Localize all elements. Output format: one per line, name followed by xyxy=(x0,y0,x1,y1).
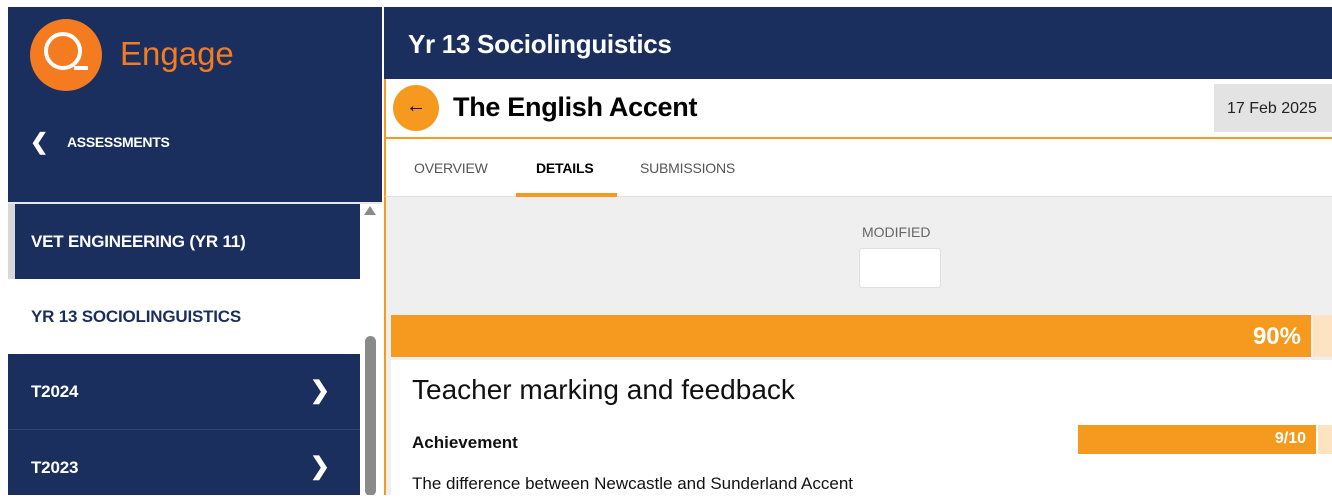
tab-overview[interactable]: OVERVIEW xyxy=(414,160,488,176)
section-title: Teacher marking and feedback xyxy=(412,374,795,405)
back-label: ASSESSMENTS xyxy=(67,134,170,150)
chevron-right-icon: ❯ xyxy=(309,453,330,480)
details-panel: MODIFIED 90% Teacher marking and feedbac… xyxy=(384,197,1332,500)
assessment-header: ← The English Accent 17 Feb 2025 xyxy=(384,79,1332,139)
sidebar-item-label: T2024 xyxy=(31,382,79,401)
brand[interactable]: Engage xyxy=(8,7,382,97)
sidebar-item-label: YR 13 SOCIOLINGUISTICS xyxy=(31,307,242,326)
sidebar: Engage ❮ ASSESSMENTS VET ENGINEERING (YR… xyxy=(8,7,382,495)
arrow-left-icon: ← xyxy=(406,95,426,117)
achievement-label: Achievement xyxy=(412,433,518,452)
overall-progress-bar: 90% xyxy=(391,315,1311,357)
overall-percent: 90% xyxy=(1252,323,1301,350)
assessment-title: The English Accent xyxy=(453,92,698,122)
sidebar-item-label: VET ENGINEERING (YR 11) xyxy=(31,232,246,251)
chevron-right-icon: ❯ xyxy=(309,377,330,404)
scroll-up-icon[interactable] xyxy=(364,206,376,215)
sidebar-item-t2023[interactable]: T2023 ❯ xyxy=(8,429,360,495)
due-date: 17 Feb 2025 xyxy=(1227,100,1317,117)
scroll-thumb[interactable] xyxy=(365,336,376,495)
tab-bar: OVERVIEW DETAILS SUBMISSIONS xyxy=(384,139,1332,197)
brand-name: Engage xyxy=(120,35,234,72)
tab-details[interactable]: DETAILS xyxy=(536,160,594,176)
sidebar-item-vet-engineering[interactable]: VET ENGINEERING (YR 11) xyxy=(8,204,360,279)
sidebar-item-label: T2023 xyxy=(31,458,79,477)
scrollbar[interactable] xyxy=(360,204,382,495)
course-header: Yr 13 Sociolinguistics xyxy=(384,7,1332,79)
achievement-score-bar: 9/10 xyxy=(1078,425,1316,454)
course-list: VET ENGINEERING (YR 11) YR 13 SOCIOLINGU… xyxy=(8,204,360,495)
engage-logo-icon xyxy=(30,19,102,91)
modified-label: MODIFIED xyxy=(862,224,931,240)
back-to-assessments[interactable]: ❮ ASSESSMENTS xyxy=(8,119,382,177)
feedback-section: Teacher marking and feedback Achievement… xyxy=(391,360,1332,500)
sidebar-item-t2024[interactable]: T2024 ❯ xyxy=(8,354,360,429)
back-button[interactable]: ← xyxy=(393,85,439,131)
chevron-left-icon: ❮ xyxy=(30,129,49,154)
achievement-score: 9/10 xyxy=(1274,430,1306,447)
tab-submissions[interactable]: SUBMISSIONS xyxy=(640,160,735,176)
modified-field[interactable] xyxy=(859,248,941,288)
sidebar-item-yr13-sociolinguistics[interactable]: YR 13 SOCIOLINGUISTICS xyxy=(8,279,360,354)
achievement-description: The difference between Newcastle and Sun… xyxy=(412,474,854,493)
due-date-badge: 17 Feb 2025 xyxy=(1214,84,1332,132)
achievement-score-track xyxy=(1318,425,1332,454)
course-title: Yr 13 Sociolinguistics xyxy=(408,29,672,59)
overall-progress-track xyxy=(1313,315,1332,357)
